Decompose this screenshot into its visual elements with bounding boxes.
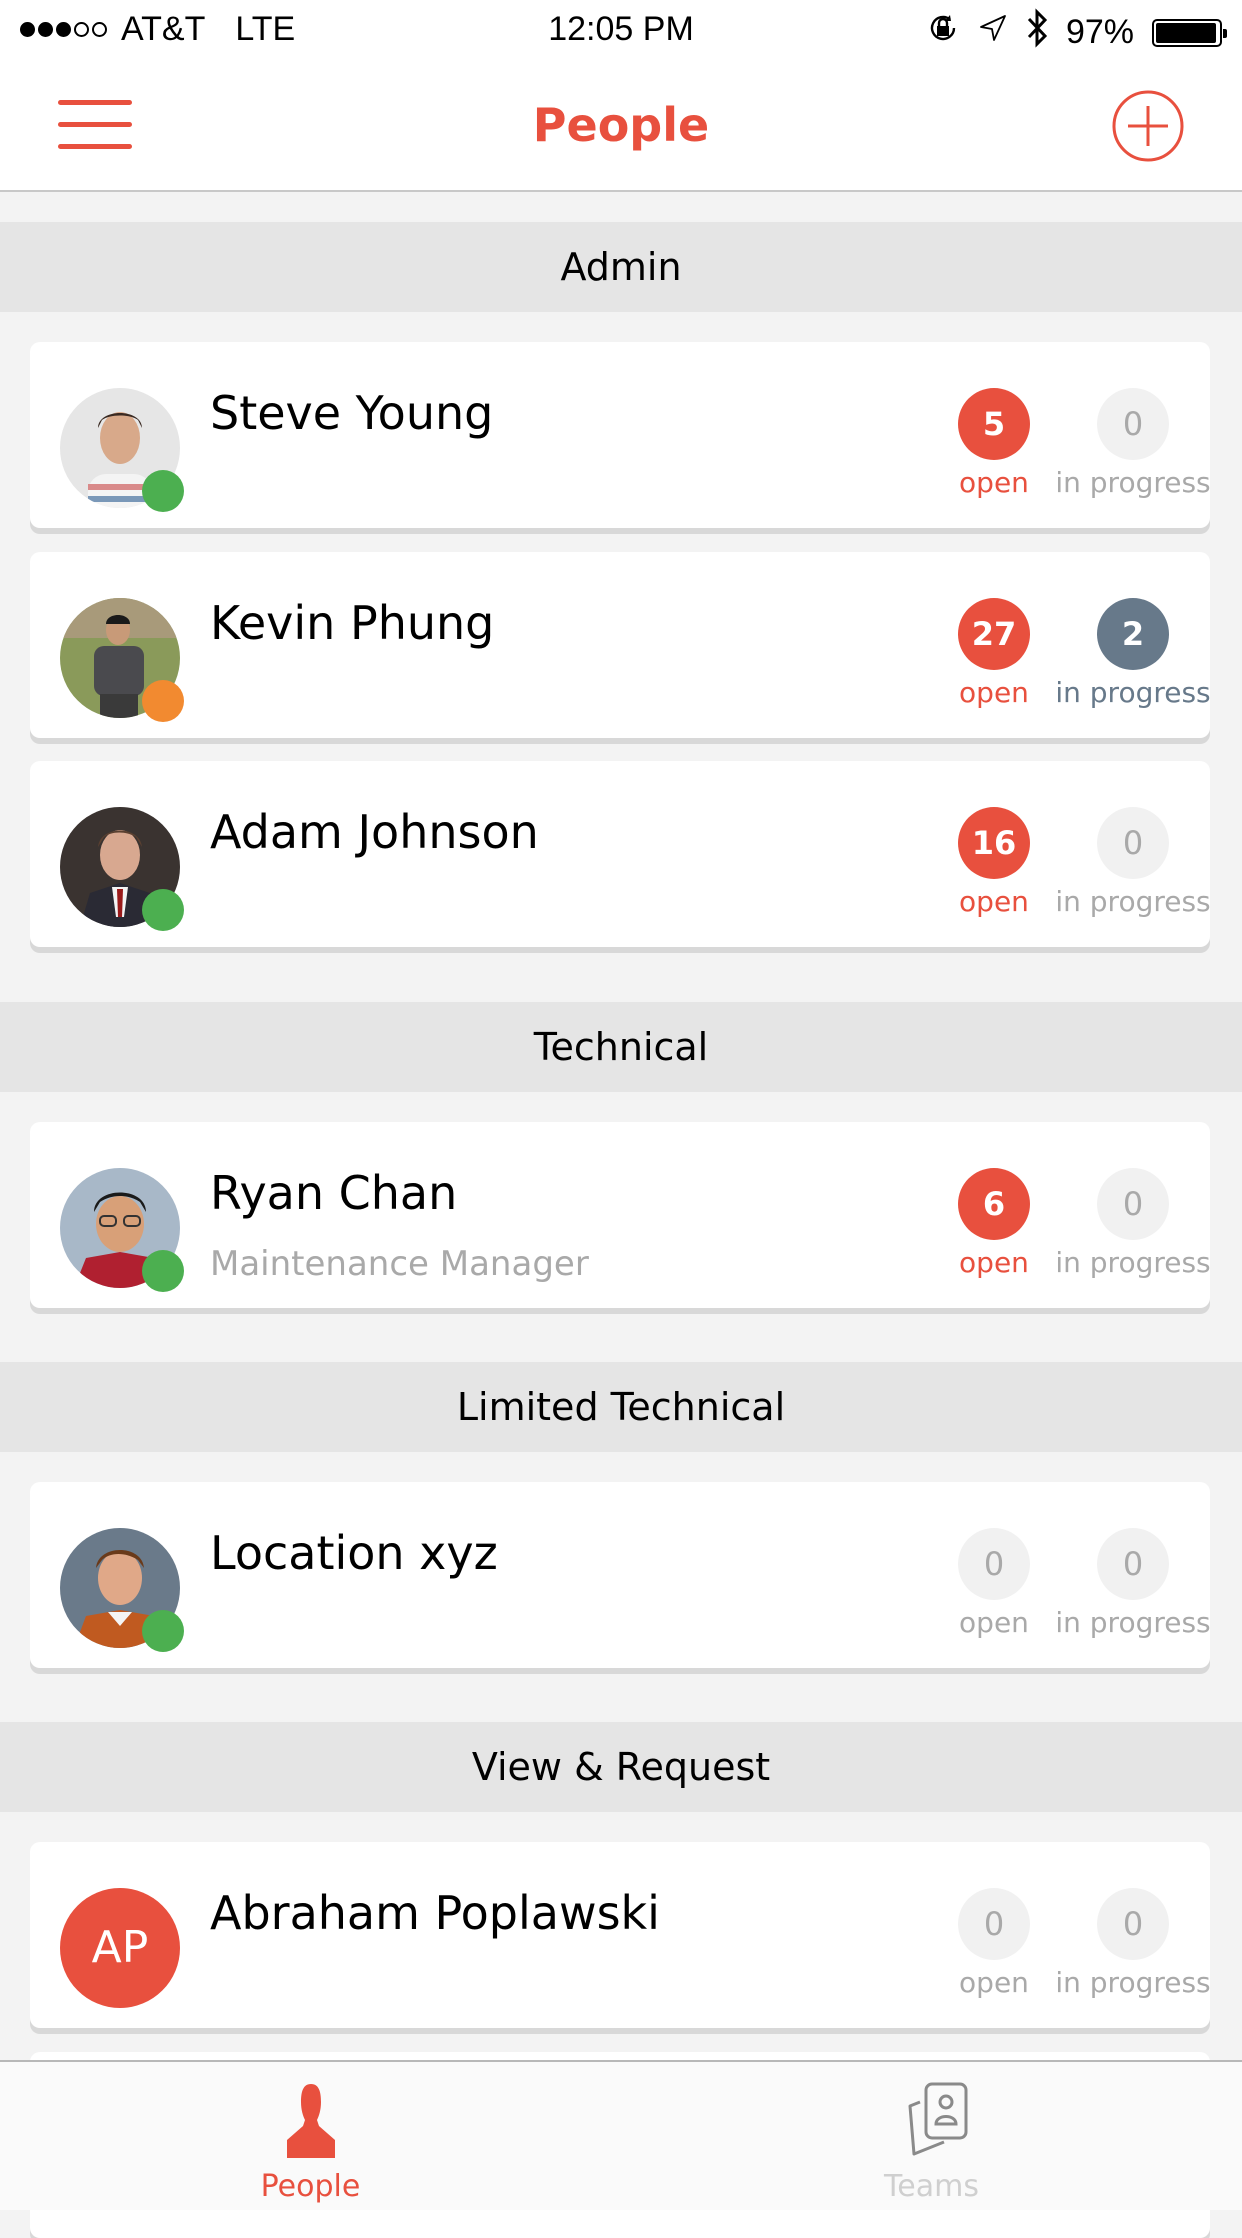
open-badge: 0 bbox=[958, 1528, 1030, 1600]
person-card[interactable]: Ryan Chan Maintenance Manager 6 open 0 i… bbox=[30, 1122, 1211, 1308]
in-progress-count[interactable]: 0 in progress bbox=[1036, 388, 1230, 499]
tab-teams[interactable]: Teams bbox=[621, 2062, 1242, 2210]
teams-cards-icon bbox=[908, 2082, 967, 2156]
open-count[interactable]: 27 open bbox=[944, 598, 1044, 709]
in-progress-badge: 0 bbox=[1097, 1528, 1169, 1600]
person-card[interactable]: Kevin Phung 27 open 2 in progress bbox=[30, 552, 1211, 738]
person-card[interactable]: Adam Johnson 16 open 0 in progress bbox=[30, 761, 1211, 947]
open-label: open bbox=[959, 1966, 1029, 1999]
battery-icon bbox=[1152, 18, 1227, 47]
away-status-dot bbox=[142, 680, 184, 722]
add-circle-icon bbox=[1112, 90, 1184, 162]
section-header-view-request: View & Request bbox=[0, 1722, 1242, 1812]
person-icon bbox=[286, 2084, 335, 2158]
person-name: Steve Young bbox=[210, 386, 494, 440]
in-progress-badge: 2 bbox=[1097, 598, 1169, 670]
open-label: open bbox=[959, 885, 1029, 918]
person-card[interactable]: AP Abraham Poplawski 0 open 0 in progres… bbox=[30, 1842, 1211, 2028]
person-name: Location xyz bbox=[210, 1526, 498, 1580]
person-name: Abraham Poplawski bbox=[210, 1886, 660, 1940]
open-label: open bbox=[959, 1606, 1029, 1639]
person-name: Adam Johnson bbox=[210, 805, 539, 859]
location-arrow-icon bbox=[978, 13, 1008, 52]
tab-people-label: People bbox=[260, 2169, 361, 2204]
person-card[interactable]: Steve Young 5 open 0 in progress bbox=[30, 342, 1211, 528]
open-count[interactable]: 5 open bbox=[944, 388, 1044, 499]
person-role: Maintenance Manager bbox=[210, 1244, 589, 1284]
open-label: open bbox=[959, 676, 1029, 709]
tab-bar: People Teams bbox=[0, 2060, 1242, 2210]
section-header-technical: Technical bbox=[0, 1002, 1242, 1092]
in-progress-count[interactable]: 0 in progress bbox=[1036, 1888, 1230, 1999]
open-count[interactable]: 6 open bbox=[944, 1168, 1044, 1279]
in-progress-label: in progress bbox=[1055, 676, 1211, 709]
in-progress-badge: 0 bbox=[1097, 1888, 1169, 1960]
bluetooth-icon bbox=[1026, 8, 1048, 57]
open-badge: 16 bbox=[958, 807, 1030, 879]
battery-percent: 97% bbox=[1065, 13, 1134, 51]
in-progress-badge: 0 bbox=[1097, 388, 1169, 460]
in-progress-label: in progress bbox=[1055, 885, 1211, 918]
open-label: open bbox=[959, 1246, 1029, 1279]
online-status-dot bbox=[142, 889, 184, 931]
nav-bar: People bbox=[0, 62, 1242, 192]
open-label: open bbox=[959, 466, 1029, 499]
tab-people[interactable]: People bbox=[0, 2062, 621, 2210]
person-card[interactable]: Location xyz 0 open 0 in progress bbox=[30, 1482, 1211, 1668]
in-progress-label: in progress bbox=[1055, 1246, 1211, 1279]
in-progress-label: in progress bbox=[1055, 1606, 1211, 1639]
section-header-admin: Admin bbox=[0, 222, 1242, 312]
in-progress-count[interactable]: 0 in progress bbox=[1036, 807, 1230, 918]
in-progress-label: in progress bbox=[1055, 466, 1211, 499]
open-badge: 27 bbox=[958, 598, 1030, 670]
in-progress-badge: 0 bbox=[1097, 807, 1169, 879]
add-person-button[interactable] bbox=[1112, 90, 1184, 162]
open-count[interactable]: 16 open bbox=[944, 807, 1044, 918]
page-title: People bbox=[532, 98, 710, 152]
open-badge: 6 bbox=[958, 1168, 1030, 1240]
in-progress-badge: 0 bbox=[1097, 1168, 1169, 1240]
in-progress-count[interactable]: 0 in progress bbox=[1036, 1528, 1230, 1639]
in-progress-count[interactable]: 2 in progress bbox=[1036, 598, 1230, 709]
section-header-limited-technical: Limited Technical bbox=[0, 1362, 1242, 1452]
status-bar: AT&T LTE 12:05 PM 97% bbox=[0, 0, 1242, 62]
tab-teams-label: Teams bbox=[884, 2169, 979, 2204]
open-count[interactable]: 0 open bbox=[944, 1528, 1044, 1639]
avatar-initials: AP bbox=[60, 1888, 180, 2008]
online-status-dot bbox=[142, 1610, 184, 1652]
in-progress-count[interactable]: 0 in progress bbox=[1036, 1168, 1230, 1279]
open-badge: 5 bbox=[958, 388, 1030, 460]
in-progress-label: in progress bbox=[1055, 1966, 1211, 1999]
person-name: Ryan Chan bbox=[210, 1166, 458, 1220]
online-status-dot bbox=[142, 1250, 184, 1292]
online-status-dot bbox=[142, 470, 184, 512]
orientation-lock-icon bbox=[926, 11, 960, 54]
person-name: Kevin Phung bbox=[210, 596, 495, 650]
open-badge: 0 bbox=[958, 1888, 1030, 1960]
open-count[interactable]: 0 open bbox=[944, 1888, 1044, 1999]
